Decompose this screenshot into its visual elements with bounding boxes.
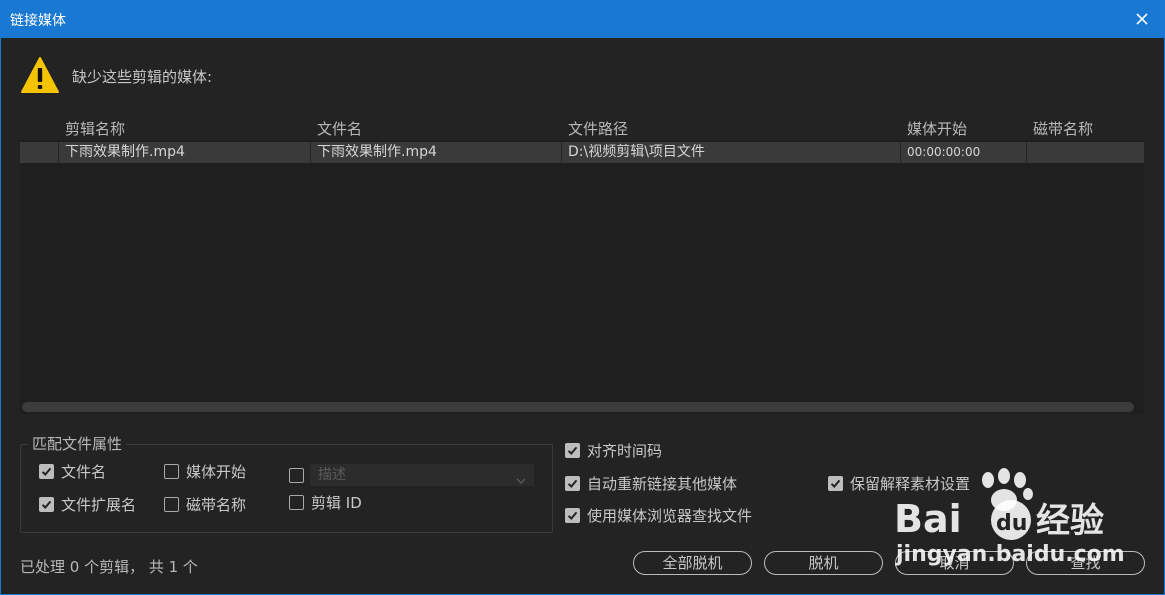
- cell-file-name: 下雨效果制作.mp4: [311, 142, 562, 163]
- align-timecode-label[interactable]: 对齐时间码: [587, 440, 662, 461]
- preserve-interpret-checkbox[interactable]: [828, 476, 843, 491]
- cell-media-start: 00:00:00:00: [901, 142, 1027, 163]
- match-properties-group: [20, 444, 553, 533]
- close-icon[interactable]: [1129, 6, 1155, 32]
- description-placeholder: 描述: [318, 467, 346, 483]
- description-select: 描述: [310, 464, 534, 486]
- status-text: 已处理 0 个剪辑， 共 1 个: [20, 558, 198, 576]
- svg-text:Bai: Bai: [894, 497, 962, 541]
- find-button[interactable]: 查找: [1026, 551, 1145, 575]
- clip-id-label[interactable]: 剪辑 ID: [311, 492, 362, 513]
- relink-others-checkbox[interactable]: [565, 476, 580, 491]
- file-extension-checkbox[interactable]: [39, 497, 54, 512]
- cell-file-path: D:\视频剪辑\项目文件: [562, 142, 901, 163]
- match-properties-title: 匹配文件属性: [28, 433, 127, 454]
- chevron-down-icon: [516, 470, 526, 492]
- clip-id-checkbox[interactable]: [289, 495, 304, 510]
- tape-name-checkbox[interactable]: [164, 497, 179, 512]
- tape-name-label[interactable]: 磁带名称: [186, 494, 246, 515]
- column-file-name[interactable]: 文件名: [317, 118, 362, 139]
- media-start-label[interactable]: 媒体开始: [186, 461, 246, 482]
- window-title: 链接媒体: [10, 13, 66, 29]
- missing-media-message: 缺少这些剪辑的媒体:: [72, 68, 213, 86]
- use-media-browser-label[interactable]: 使用媒体浏览器查找文件: [587, 505, 752, 526]
- column-tape-name[interactable]: 磁带名称: [1033, 118, 1093, 139]
- column-file-path[interactable]: 文件路径: [568, 118, 628, 139]
- svg-text:du: du: [996, 511, 1027, 536]
- offline-button[interactable]: 脱机: [764, 551, 883, 575]
- table-header: 剪辑名称 文件名 文件路径 媒体开始 磁带名称: [20, 114, 1144, 140]
- file-name-label[interactable]: 文件名: [61, 461, 106, 482]
- table-row[interactable]: 下雨效果制作.mp4 下雨效果制作.mp4 D:\视频剪辑\项目文件 00:00…: [20, 142, 1144, 163]
- preserve-interpret-label[interactable]: 保留解释素材设置: [850, 473, 970, 494]
- warning-icon: [20, 56, 60, 94]
- window-border-left: [0, 38, 1, 595]
- column-clip-name[interactable]: 剪辑名称: [65, 118, 125, 139]
- horizontal-scrollbar[interactable]: [22, 402, 1134, 412]
- relink-others-label[interactable]: 自动重新链接其他媒体: [587, 473, 737, 494]
- align-timecode-checkbox[interactable]: [565, 443, 580, 458]
- file-name-checkbox[interactable]: [39, 464, 54, 479]
- title-bar: 链接媒体: [0, 0, 1165, 38]
- svg-text:经验: 经验: [1036, 501, 1104, 541]
- cell-tape-name: [1027, 142, 1144, 163]
- media-start-checkbox[interactable]: [164, 464, 179, 479]
- column-media-start[interactable]: 媒体开始: [907, 118, 967, 139]
- cell-clip-name: 下雨效果制作.mp4: [59, 142, 311, 163]
- cancel-button[interactable]: 取消: [895, 551, 1014, 575]
- description-checkbox[interactable]: [289, 468, 304, 483]
- row-selector[interactable]: [20, 142, 59, 163]
- offline-all-button[interactable]: 全部脱机: [633, 551, 752, 575]
- use-media-browser-checkbox[interactable]: [565, 508, 580, 523]
- missing-clips-table[interactable]: 剪辑名称 文件名 文件路径 媒体开始 磁带名称 下雨效果制作.mp4 下雨效果制…: [20, 114, 1144, 414]
- file-extension-label[interactable]: 文件扩展名: [61, 494, 136, 515]
